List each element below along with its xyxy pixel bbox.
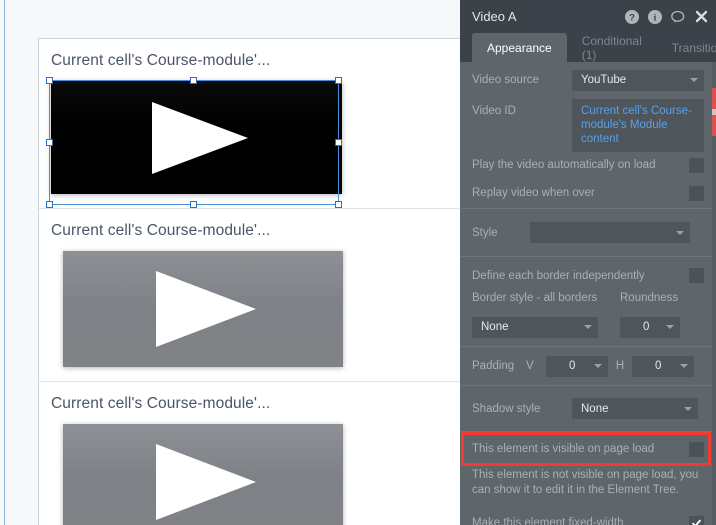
section-padding: Padding V 0 H 0: [460, 347, 716, 386]
section-source: Video source YouTube Video ID Current ce…: [460, 65, 716, 209]
canvas-left-guide: [4, 0, 5, 525]
panel-title: Video A: [472, 9, 517, 24]
padding-h-label: H: [615, 360, 625, 372]
define-borders-label: Define each border independently: [472, 269, 645, 282]
border-style-label: Border style - all borders: [472, 292, 598, 304]
cell-title: Current cell's Course-module'...: [51, 222, 271, 239]
section-visibility: This element is visible on page load Thi…: [460, 432, 716, 525]
shadow-style-value: None: [581, 402, 609, 415]
video-element[interactable]: [63, 251, 343, 367]
help-icon[interactable]: ?: [625, 9, 639, 24]
video-element-selected[interactable]: [51, 81, 342, 194]
define-borders-checkbox[interactable]: [689, 268, 704, 283]
chevron-down-icon: [684, 406, 692, 411]
video-source-value: YouTube: [581, 74, 627, 86]
row-video-source: Video source YouTube: [460, 65, 716, 95]
chevron-down-icon: [680, 364, 688, 368]
row-visible-on-load: This element is visible on page load: [460, 432, 716, 466]
cell-title: Current cell's Course-module'...: [51, 52, 271, 69]
row-border-controls: None 0: [460, 308, 716, 346]
roundness-select[interactable]: 0: [620, 316, 680, 338]
row-autoplay: Play the video automatically on load: [460, 152, 716, 178]
tab-transitions[interactable]: Transitions: [657, 33, 716, 62]
section-style: Style: [460, 209, 716, 257]
border-style-select[interactable]: None: [472, 316, 598, 338]
style-select[interactable]: [530, 222, 690, 243]
panel-header: Video A ? i: [460, 0, 716, 33]
padding-v-select[interactable]: 0: [546, 355, 608, 377]
style-label: Style: [472, 226, 498, 239]
close-icon[interactable]: [694, 10, 708, 24]
row-define-borders: Define each border independently: [460, 257, 716, 288]
tab-appearance[interactable]: Appearance: [472, 33, 567, 62]
panel-header-icons: ? i: [625, 9, 708, 24]
row-fixed-width: Make this element fixed-width: [460, 506, 716, 525]
tab-conditional[interactable]: Conditional (1): [567, 33, 657, 62]
visible-on-load-checkbox[interactable]: [689, 441, 704, 457]
design-canvas[interactable]: Current cell's Course-module'... Current…: [0, 0, 460, 525]
comment-icon[interactable]: [671, 10, 685, 24]
check-icon: [692, 519, 701, 525]
chevron-down-icon: [690, 78, 698, 82]
row-video-id: Video ID Current cell's Course-module's …: [460, 95, 716, 152]
video-id-input[interactable]: Current cell's Course-module's Module co…: [572, 99, 704, 152]
chevron-down-icon: [676, 230, 684, 235]
video-source-select[interactable]: YouTube: [572, 69, 704, 91]
play-icon: [151, 101, 248, 174]
fixed-width-label: Make this element fixed-width: [472, 517, 624, 525]
row-padding: Padding V 0 H 0: [460, 347, 716, 385]
video-element[interactable]: [63, 424, 343, 525]
chevron-down-icon: [666, 325, 674, 329]
chevron-down-icon: [584, 325, 592, 329]
border-style-value: None: [481, 321, 509, 333]
play-icon: [156, 271, 256, 347]
autoplay-label: Play the video automatically on load: [472, 159, 656, 171]
autoplay-checkbox[interactable]: [689, 157, 704, 173]
padding-v-value: 0: [569, 360, 576, 372]
replay-label: Replay video when over: [472, 187, 595, 199]
video-id-label: Video ID: [472, 105, 516, 117]
section-border: Define each border independently Border …: [460, 257, 716, 347]
svg-text:?: ?: [629, 12, 635, 23]
video-source-label: Video source: [472, 74, 539, 86]
property-editor-panel[interactable]: Video A ? i Appearance Conditional (1) T…: [460, 0, 716, 525]
page-frame[interactable]: Current cell's Course-module'... Current…: [38, 38, 460, 525]
row-style: Style: [460, 209, 716, 256]
section-shadow: Shadow style None: [460, 386, 716, 432]
list-item[interactable]: Current cell's Course-module'...: [39, 209, 460, 382]
padding-h-value: 0: [655, 360, 662, 372]
padding-v-label: V: [526, 360, 534, 372]
roundness-label: Roundness: [620, 292, 679, 304]
row-shadow: Shadow style None: [460, 386, 716, 431]
svg-text:i: i: [654, 13, 657, 23]
edge-marker: [712, 88, 716, 136]
play-icon: [156, 444, 256, 520]
chevron-down-icon: [594, 364, 602, 368]
app-root: Current cell's Course-module'... Current…: [0, 0, 716, 525]
roundness-value: 0: [643, 321, 650, 333]
fixed-width-checkbox[interactable]: [689, 515, 704, 525]
replay-checkbox[interactable]: [689, 185, 704, 201]
list-item[interactable]: Current cell's Course-module'...: [39, 382, 460, 525]
padding-h-select[interactable]: 0: [632, 355, 694, 377]
visibility-hint: This element is not visible on page load…: [472, 469, 699, 496]
row-replay: Replay video when over: [460, 178, 716, 208]
padding-label: Padding: [472, 360, 515, 372]
visible-on-load-label: This element is visible on page load: [472, 443, 655, 455]
shadow-style-label: Shadow style: [472, 402, 541, 415]
row-border-labels: Border style - all borders Roundness: [460, 288, 716, 308]
list-item[interactable]: Current cell's Course-module'...: [39, 39, 460, 209]
cell-title: Current cell's Course-module'...: [51, 395, 271, 412]
panel-tabs[interactable]: Appearance Conditional (1) Transitions: [460, 33, 716, 62]
info-icon[interactable]: i: [648, 9, 662, 24]
shadow-style-select[interactable]: None: [572, 398, 698, 419]
